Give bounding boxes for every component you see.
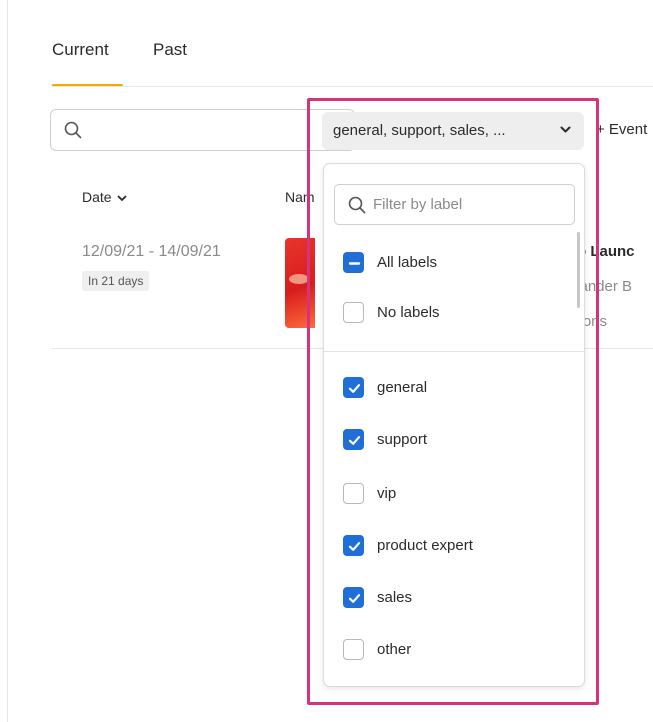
option-label: general — [377, 379, 428, 396]
option-support[interactable]: support — [343, 426, 573, 454]
option-label: vip — [377, 485, 397, 502]
product-expert-checkbox[interactable] — [343, 535, 364, 556]
dropdown-scrollbar[interactable] — [577, 232, 580, 308]
other-checkbox[interactable] — [343, 639, 364, 660]
option-product-expert[interactable]: product expert — [343, 532, 573, 560]
option-general[interactable]: general — [343, 374, 573, 402]
support-checkbox[interactable] — [343, 429, 364, 450]
add-event-link[interactable]: + Event — [596, 121, 647, 138]
page-left-border — [7, 0, 8, 722]
option-label: sales — [377, 589, 413, 606]
search-icon — [348, 196, 366, 214]
label-filter-dropdown: All labels No labels general support vip — [323, 163, 585, 687]
status-badge: In 21 days — [82, 271, 150, 291]
checkmark-icon — [348, 384, 361, 393]
vip-checkbox[interactable] — [343, 483, 364, 504]
date-column-label: Date — [82, 189, 112, 205]
search-icon — [64, 121, 82, 139]
option-label: No labels — [377, 304, 440, 321]
tabs-divider — [52, 86, 653, 87]
checkmark-icon — [348, 436, 361, 445]
option-other[interactable]: other — [343, 636, 573, 664]
tab-current[interactable]: Current — [52, 40, 109, 60]
option-all-labels[interactable]: All labels — [343, 249, 573, 277]
option-no-labels[interactable]: No labels — [343, 299, 573, 327]
option-label: support — [377, 431, 428, 448]
no-labels-checkbox[interactable] — [343, 302, 364, 323]
label-filter-select[interactable]: general, support, sales, ... — [322, 112, 584, 150]
filter-by-label-input[interactable] — [373, 185, 568, 224]
chevron-down-icon — [560, 126, 571, 133]
search-input[interactable] — [50, 109, 355, 151]
chevron-down-icon — [117, 195, 126, 201]
date-column-header[interactable]: Date — [82, 189, 127, 205]
option-label: All labels — [377, 254, 438, 271]
name-column-header[interactable]: Nam — [285, 189, 315, 205]
all-labels-checkbox[interactable] — [343, 252, 364, 273]
event-date-range: 12/09/21 - 14/09/21 — [82, 243, 221, 260]
dropdown-divider — [324, 351, 584, 352]
event-tabs: Current Past — [52, 40, 653, 88]
option-sales[interactable]: sales — [343, 584, 573, 612]
checkmark-icon — [348, 594, 361, 603]
minus-icon — [348, 262, 361, 265]
tab-past[interactable]: Past — [153, 40, 187, 60]
label-filter-value: general, support, sales, ... — [333, 122, 506, 139]
option-label: other — [377, 641, 412, 658]
general-checkbox[interactable] — [343, 377, 364, 398]
filter-by-label-field[interactable] — [334, 184, 575, 225]
sales-checkbox[interactable] — [343, 587, 364, 608]
event-thumbnail[interactable] — [285, 238, 315, 328]
checkmark-icon — [348, 542, 361, 551]
option-label: product expert — [377, 537, 473, 554]
option-vip[interactable]: vip — [343, 480, 573, 508]
